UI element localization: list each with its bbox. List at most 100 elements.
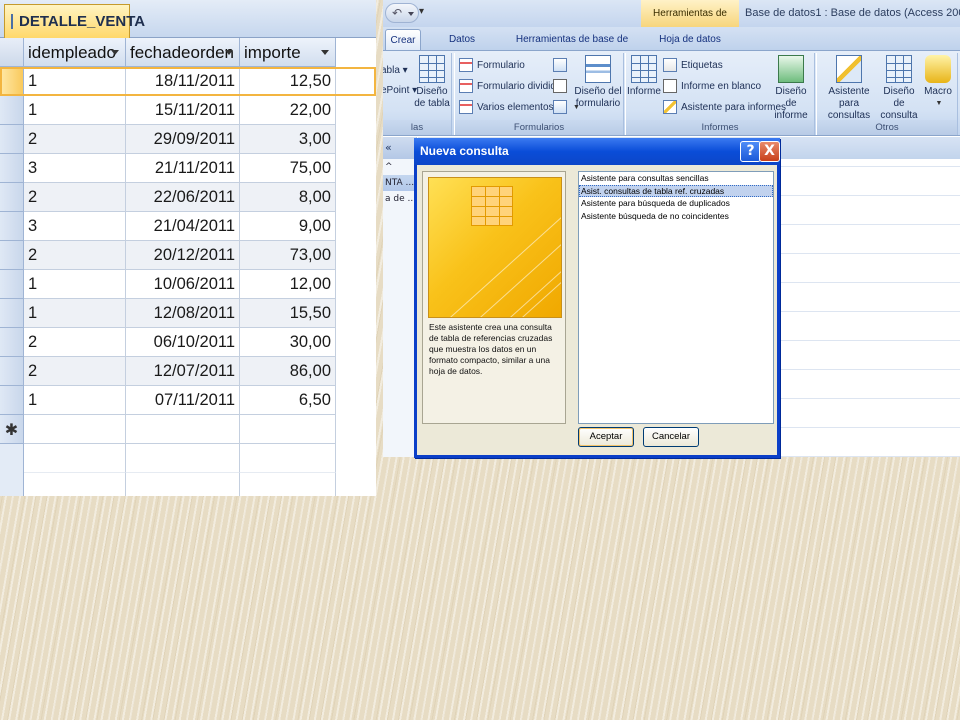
- row-selector[interactable]: [0, 67, 24, 96]
- table-cell-importe[interactable]: 12,00: [240, 270, 336, 299]
- blank-form-button[interactable]: [553, 77, 571, 95]
- tab-crear[interactable]: Crear: [385, 29, 421, 50]
- table-cell-fechadeorden[interactable]: 21/11/2011: [126, 154, 240, 183]
- table-cell-fechadeorden[interactable]: 21/04/2011: [126, 212, 240, 241]
- table-cell-idempleado[interactable]: 3: [24, 212, 126, 241]
- row-selector[interactable]: [0, 299, 24, 328]
- table-row[interactable]: 2 22/06/2011 8,00: [0, 183, 376, 212]
- cancel-button[interactable]: Cancelar: [643, 427, 699, 447]
- table-cell-importe[interactable]: 75,00: [240, 154, 336, 183]
- row-selector[interactable]: [0, 357, 24, 386]
- table-row[interactable]: 2 06/10/2011 30,00: [0, 328, 376, 357]
- table-row[interactable]: 2 29/09/2011 3,00: [0, 125, 376, 154]
- new-record-row[interactable]: ✱: [0, 415, 376, 444]
- table-cell-fechadeorden[interactable]: 06/10/2011: [126, 328, 240, 357]
- table-row[interactable]: 1 18/11/2011 12,50: [0, 67, 376, 96]
- column-header-importe[interactable]: importe: [240, 38, 336, 67]
- column-header-idempleado[interactable]: idempleado: [24, 38, 126, 67]
- table-row[interactable]: 1 10/06/2011 12,00: [0, 270, 376, 299]
- tabla-dropdown-button[interactable]: abla ▾: [383, 61, 408, 79]
- query-wizard-option[interactable]: Asistente para búsqueda de duplicados: [579, 197, 773, 210]
- table-cell-fechadeorden[interactable]: 10/06/2011: [126, 270, 240, 299]
- table-cell-importe[interactable]: 73,00: [240, 241, 336, 270]
- table-cell-fechadeorden[interactable]: 29/09/2011: [126, 125, 240, 154]
- table-row[interactable]: 3 21/04/2011 9,00: [0, 212, 376, 241]
- query-wizard-option[interactable]: Asist. consultas de tabla ref. cruzadas: [579, 184, 773, 197]
- formulario-dividido-button[interactable]: Formulario dividido: [459, 77, 561, 95]
- table-cell-importe[interactable]: 9,00: [240, 212, 336, 241]
- nav-item-detalle-venta[interactable]: NTA ...: [383, 175, 416, 191]
- table-row[interactable]: 3 21/11/2011 75,00: [0, 154, 376, 183]
- help-button[interactable]: ?: [740, 141, 761, 162]
- tab-datos-externos[interactable]: Datos externos: [429, 29, 495, 66]
- table-cell-idempleado[interactable]: 1: [24, 386, 126, 415]
- table-cell-fechadeorden[interactable]: 15/11/2011: [126, 96, 240, 125]
- new-cell[interactable]: [126, 415, 240, 444]
- table-cell-idempleado[interactable]: 2: [24, 328, 126, 357]
- quick-access-customize-button[interactable]: ▾: [419, 6, 424, 17]
- select-all-corner[interactable]: [0, 38, 24, 67]
- table-cell-fechadeorden[interactable]: 07/11/2011: [126, 386, 240, 415]
- query-wizard-option[interactable]: Asistente para consultas sencillas: [579, 172, 773, 185]
- query-wizard-option[interactable]: Asistente búsqueda de no coincidentes: [579, 210, 773, 223]
- asistente-para-consultas-button[interactable]: Asistente para consultas: [818, 55, 880, 122]
- table-cell-idempleado[interactable]: 1: [24, 96, 126, 125]
- table-cell-importe[interactable]: 3,00: [240, 125, 336, 154]
- table-cell-fechadeorden[interactable]: 12/07/2011: [126, 357, 240, 386]
- row-selector[interactable]: [0, 241, 24, 270]
- table-cell-idempleado[interactable]: 3: [24, 154, 126, 183]
- table-cell-importe[interactable]: 12,50: [240, 67, 336, 96]
- table-cell-importe[interactable]: 6,50: [240, 386, 336, 415]
- varios-elementos-button[interactable]: Varios elementos: [459, 98, 554, 116]
- row-selector[interactable]: [0, 154, 24, 183]
- nav-group-toggle[interactable]: ^: [383, 159, 416, 175]
- table-row[interactable]: 2 20/12/2011 73,00: [0, 241, 376, 270]
- diseno-de-tabla-button[interactable]: Diseño de tabla: [413, 55, 451, 110]
- row-selector[interactable]: [0, 125, 24, 154]
- table-row[interactable]: 1 12/08/2011 15,50: [0, 299, 376, 328]
- table-cell-importe[interactable]: 30,00: [240, 328, 336, 357]
- tab-herramientas-de-base-de-datos[interactable]: Herramientas de base de datos: [507, 29, 637, 66]
- row-selector[interactable]: [0, 270, 24, 299]
- accept-button[interactable]: Aceptar: [578, 427, 634, 447]
- formulario-button[interactable]: Formulario: [459, 56, 525, 74]
- column-dropdown-icon[interactable]: [225, 50, 233, 55]
- table-cell-importe[interactable]: 15,50: [240, 299, 336, 328]
- nav-item[interactable]: a de ...: [383, 191, 416, 207]
- row-selector[interactable]: [0, 183, 24, 212]
- diseno-del-formulario-button[interactable]: Diseño del formulario: [573, 55, 623, 110]
- row-selector[interactable]: [0, 328, 24, 357]
- table-cell-idempleado[interactable]: 2: [24, 125, 126, 154]
- macro-button[interactable]: Macro ▼: [921, 55, 955, 110]
- table-cell-idempleado[interactable]: 2: [24, 183, 126, 212]
- table-row[interactable]: 1 07/11/2011 6,50: [0, 386, 376, 415]
- table-cell-importe[interactable]: 86,00: [240, 357, 336, 386]
- column-header-fechadeorden[interactable]: fechadeorden: [126, 38, 240, 67]
- table-cell-importe[interactable]: 8,00: [240, 183, 336, 212]
- table-cell-fechadeorden[interactable]: 20/12/2011: [126, 241, 240, 270]
- informe-button[interactable]: Informe: [627, 55, 661, 98]
- new-cell[interactable]: [24, 415, 126, 444]
- query-wizard-list[interactable]: Asistente para consultas sencillas Asist.…: [578, 171, 774, 424]
- asistente-para-informes-button[interactable]: Asistente para informes: [663, 98, 786, 116]
- column-dropdown-icon[interactable]: [321, 50, 329, 55]
- diseno-de-informe-button[interactable]: Diseño de informe: [769, 55, 813, 122]
- collapse-nav-icon[interactable]: «: [385, 141, 392, 154]
- tab-hoja-de-datos[interactable]: Hoja de datos: [645, 29, 735, 50]
- informe-en-blanco-button[interactable]: Informe en blanco: [663, 77, 761, 95]
- undo-button[interactable]: ↶: [385, 3, 419, 23]
- table-cell-idempleado[interactable]: 1: [24, 67, 126, 96]
- pivotchart-button[interactable]: [553, 56, 571, 74]
- table-cell-idempleado[interactable]: 2: [24, 241, 126, 270]
- table-cell-idempleado[interactable]: 1: [24, 299, 126, 328]
- etiquetas-button[interactable]: Etiquetas: [663, 56, 723, 74]
- table-cell-idempleado[interactable]: 2: [24, 357, 126, 386]
- diseno-de-consulta-button[interactable]: Diseño de consulta: [877, 55, 921, 122]
- row-selector[interactable]: [0, 96, 24, 125]
- table-cell-fechadeorden[interactable]: 22/06/2011: [126, 183, 240, 212]
- row-selector[interactable]: [0, 212, 24, 241]
- new-cell[interactable]: [240, 415, 336, 444]
- table-cell-importe[interactable]: 22,00: [240, 96, 336, 125]
- column-dropdown-icon[interactable]: [111, 50, 119, 55]
- table-row[interactable]: 1 15/11/2011 22,00: [0, 96, 376, 125]
